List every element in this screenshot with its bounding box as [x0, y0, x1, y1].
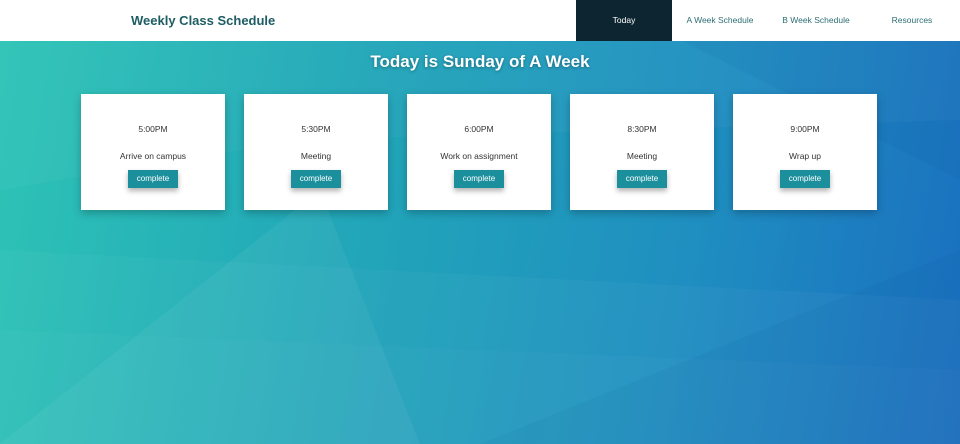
card-task: Meeting — [300, 151, 332, 161]
schedule-card: 8:30PM Meeting complete — [570, 94, 714, 210]
nav-a-week-tab[interactable]: A Week Schedule — [672, 0, 768, 41]
nav-resources-tab[interactable]: Resources — [864, 0, 960, 41]
app-title: Weekly Class Schedule — [131, 13, 276, 28]
card-task: Wrap up — [789, 151, 821, 161]
card-time: 8:30PM — [627, 124, 657, 134]
card-task: Meeting — [626, 151, 658, 161]
page-heading: Today is Sunday of A Week — [370, 52, 590, 71]
card-task: Work on assignment — [440, 151, 518, 161]
schedule-card: 6:00PM Work on assignment complete — [407, 94, 551, 210]
card-time: 6:00PM — [464, 124, 494, 134]
complete-button[interactable]: complete — [617, 170, 667, 188]
schedule-card: 5:30PM Meeting complete — [244, 94, 388, 210]
nav-today-tab[interactable]: Today — [576, 0, 672, 41]
nav-menu: Today A Week Schedule B Week Schedule Re… — [576, 0, 960, 41]
complete-button[interactable]: complete — [454, 170, 504, 188]
card-time: 5:00PM — [138, 124, 168, 134]
nav-b-week-tab[interactable]: B Week Schedule — [768, 0, 864, 41]
top-navbar: Weekly Class Schedule Today A Week Sched… — [0, 0, 960, 41]
schedule-cards: 5:00PM Arrive on campus complete 5:30PM … — [81, 94, 877, 210]
card-time: 5:30PM — [301, 124, 331, 134]
card-time: 9:00PM — [790, 124, 820, 134]
complete-button[interactable]: complete — [780, 170, 830, 188]
card-task: Arrive on campus — [119, 151, 187, 161]
complete-button[interactable]: complete — [291, 170, 341, 188]
schedule-card: 5:00PM Arrive on campus complete — [81, 94, 225, 210]
complete-button[interactable]: complete — [128, 170, 178, 188]
schedule-card: 9:00PM Wrap up complete — [733, 94, 877, 210]
